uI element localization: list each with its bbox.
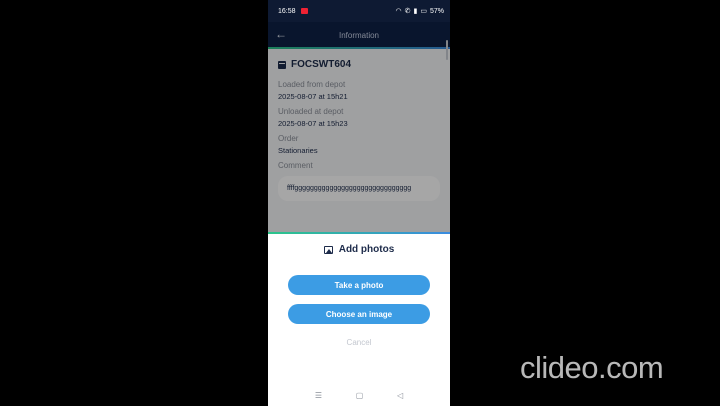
back-nav-icon[interactable]: ◁: [397, 391, 403, 400]
modal-overlay[interactable]: [268, 22, 450, 233]
call-icon: ✆: [404, 8, 411, 15]
sheet-title-text: Add photos: [338, 244, 395, 255]
watermark-logo: clideo.com: [520, 350, 664, 385]
cancel-button[interactable]: Cancel: [268, 338, 450, 347]
recording-icon: [301, 7, 309, 14]
add-photos-sheet: Add photos Take a photo Choose an image …: [268, 234, 450, 406]
wifi-icon: ◠: [395, 8, 402, 15]
system-nav-bar: ☰ ▢ ◁: [268, 384, 450, 406]
choose-image-button[interactable]: Choose an image: [288, 304, 430, 324]
menu-icon[interactable]: ☰: [315, 391, 322, 400]
phone-screen: 16:58 ◠ ✆ ▮ ▭ 57% ← Information FOCSWT60…: [268, 0, 450, 406]
image-icon: [323, 245, 333, 254]
signal-icon: ▮: [413, 8, 418, 15]
battery-percent: 57%: [429, 7, 444, 15]
status-bar: 16:58 ◠ ✆ ▮ ▭ 57%: [268, 0, 450, 22]
status-indicators: ◠ ✆ ▮ ▭ 57%: [395, 7, 444, 16]
video-frame: 16:58 ◠ ✆ ▮ ▭ 57% ← Information FOCSWT60…: [0, 0, 720, 406]
battery-icon: ▭: [420, 8, 427, 15]
take-photo-button[interactable]: Take a photo: [288, 275, 430, 295]
sheet-title: Add photos: [268, 244, 450, 255]
home-icon[interactable]: ▢: [356, 391, 364, 400]
status-time: 16:58: [278, 7, 309, 15]
